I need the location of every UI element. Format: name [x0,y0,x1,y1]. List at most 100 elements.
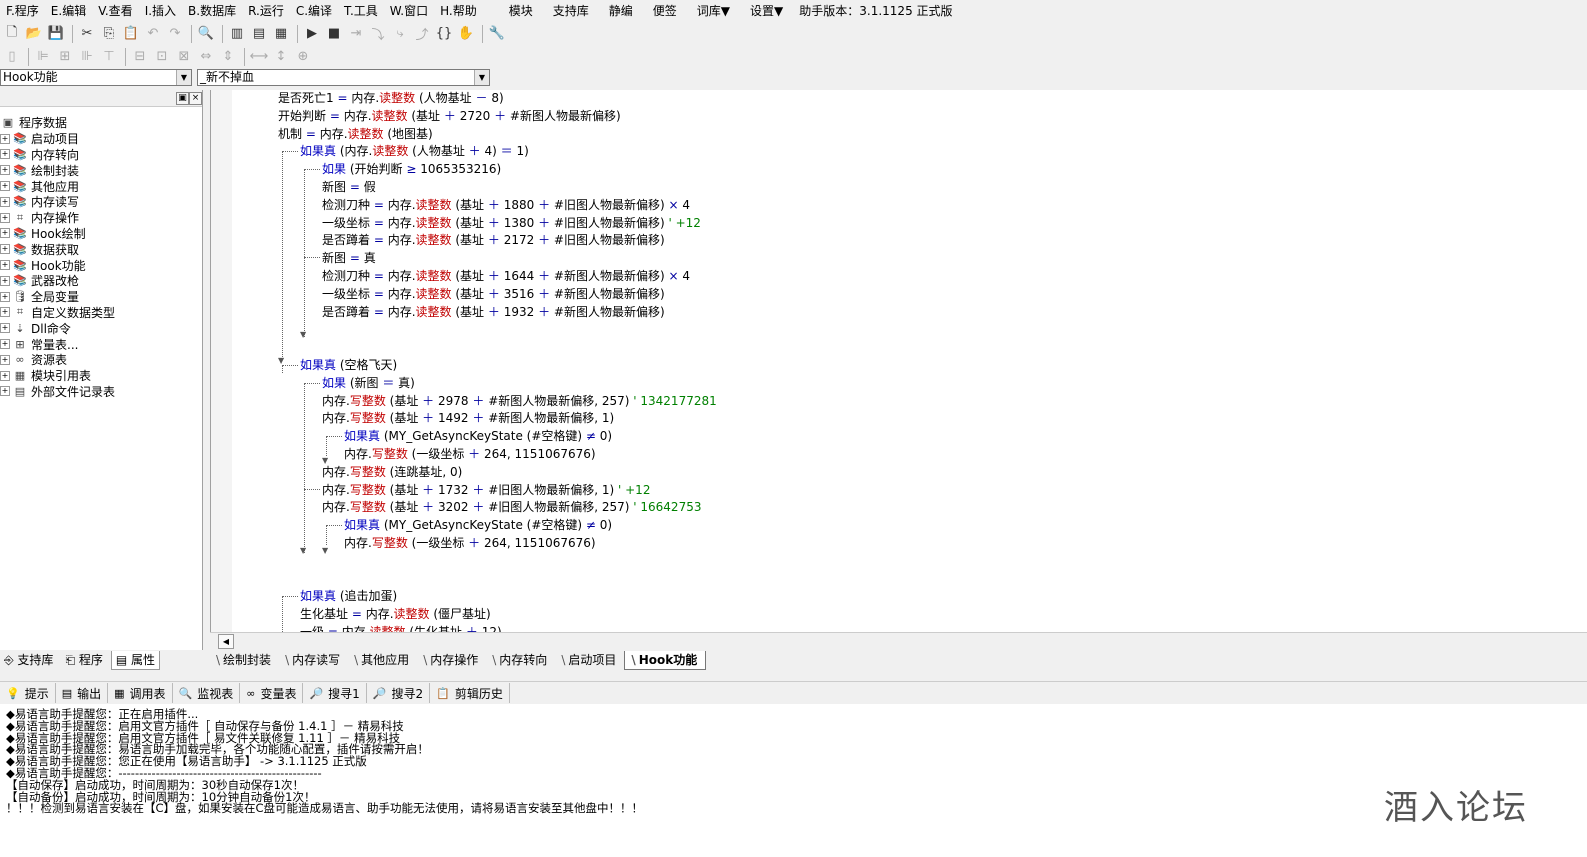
horizontal-scrollbar[interactable]: ◀ [210,632,1587,649]
expand-icon[interactable]: + [0,339,10,350]
stop-icon[interactable]: ■ [324,24,344,44]
code-line[interactable]: 检测刀种 = 内存.读整数 (基址 ＋ 1644 ＋ #新图人物最新偏移) × … [322,268,690,285]
menu-lexicon[interactable]: 词库▼ [687,2,740,19]
paste-icon[interactable]: 📋 [121,24,141,44]
output-tab[interactable]: 🔎 搜寻1 [303,683,367,703]
tab-module-memrw[interactable]: 内存读写 [279,651,348,669]
code-line[interactable]: 新图 = 假 [322,179,376,196]
tree-item[interactable]: + ∞ 资源表 [0,352,202,368]
code-line[interactable]: 生化基址 = 内存.读整数 (僵尸基址) [300,606,491,623]
menu-program[interactable]: F.程序 [0,2,45,19]
chevron-down-icon[interactable]: ▼ [176,70,191,85]
layout-split-icon[interactable]: ▦ [271,24,291,44]
tab-properties[interactable]: ▤ 属性 [110,650,161,670]
subroutine-select[interactable]: _新不掉血 ▼ [197,69,490,86]
module-select[interactable]: Hook功能 ▼ [0,69,192,86]
align-center-icon[interactable]: ⊞ [55,47,75,67]
menu-help[interactable]: H.帮助 [434,2,483,19]
tab-module-memop[interactable]: 内存操作 [417,651,486,669]
breakpoint-icon[interactable]: {} [434,24,454,44]
code-line[interactable]: 内存.写整数 (连跳基址, 0) [322,464,462,481]
expand-icon[interactable]: + [0,386,10,397]
step-icon[interactable]: ⇥ [346,24,366,44]
space-h-icon[interactable]: ⇔ [196,47,216,67]
menu-window[interactable]: W.窗口 [384,2,434,19]
pin-icon[interactable]: ▣ [176,92,189,105]
expand-icon[interactable]: + [0,149,10,160]
tree-item[interactable]: + ⌗ 自定义数据类型 [0,305,202,321]
output-tab[interactable]: 💡 提示 [0,683,56,703]
code-editor[interactable]: 是否死亡1 = 内存.读整数 (人物基址 － 8) 开始判断 = 内存.读整数 (… [210,90,1587,632]
menu-tools[interactable]: T.工具 [338,2,384,19]
tree-item[interactable]: + 📚 绘制封装 [0,162,202,178]
code-line[interactable]: 内存.写整数 (基址 ＋ 2978 ＋ #新图人物最新偏移, 257) ' 13… [322,393,717,410]
tree-item[interactable]: + 🛢 全局变量 [0,289,202,305]
same-height-icon[interactable]: ⊡ [152,47,172,67]
tree-item[interactable]: + ⇣ Dll命令 [0,320,202,336]
tree-root[interactable]: ▣ 程序数据 [0,115,202,131]
code-line[interactable]: 内存.写整数 (一级坐标 ＋ 264, 1151067676) [344,446,596,463]
undo-icon[interactable]: ↶ [143,24,163,44]
code-line[interactable]: 如果真 (追击加蛋) [300,588,397,605]
tab-module-hook[interactable]: Hook功能 [624,650,707,670]
menu-static-compile[interactable]: 静编 [599,2,643,19]
step-into-icon[interactable]: ⤵ [368,24,388,44]
menu-module[interactable]: 模块 [499,2,543,19]
run-icon[interactable]: ▶ [302,24,322,44]
code-line[interactable]: 一级坐标 = 内存.读整数 (基址 ＋ 3516 ＋ #新图人物最新偏移) [322,286,665,303]
code-line[interactable]: 是否蹲着 = 内存.读整数 (基址 ＋ 1932 ＋ #新图人物最新偏移) [322,304,665,321]
menu-support-lib[interactable]: 支持库 [543,2,599,19]
code-line[interactable]: 如果真 (空格飞天) [300,357,397,374]
open-folder-icon[interactable]: 📂 [24,24,44,44]
scroll-left-icon[interactable]: ◀ [218,634,234,649]
tree-item[interactable]: + 📚 武器改枪 [0,273,202,289]
output-tab[interactable]: 📋 剪辑历史 [430,683,510,703]
center-h-icon[interactable]: ⟷ [249,47,269,67]
tree-item[interactable]: + ▦ 模块引用表 [0,368,202,384]
align-top-icon[interactable]: ⊤ [99,47,119,67]
find-icon[interactable]: 🔍 [196,24,216,44]
code-line[interactable]: 一级 = 内存.读整数 (生化基址 ＋ 12) [300,624,502,632]
align-left-icon[interactable]: ⊫ [33,47,53,67]
code-line[interactable]: 如果真 (MY_GetAsyncKeyState (#空格键) ≠ 0) [344,428,612,445]
tab-module-other[interactable]: 其他应用 [348,651,417,669]
code-line[interactable]: 内存.写整数 (基址 ＋ 1732 ＋ #旧图人物最新偏移, 1) ' +12 [322,482,650,499]
expand-icon[interactable]: + [0,275,10,286]
code-line[interactable]: 如果 (开始判断 ≥ 1065353216) [322,161,501,178]
chevron-down-icon[interactable]: ▼ [474,70,489,85]
code-line[interactable]: 如果 (新图 ＝ 真) [322,375,415,392]
tree-item[interactable]: + 📚 内存读写 [0,194,202,210]
step-over-icon[interactable]: ⤷ [390,24,410,44]
tree-item[interactable]: + 📚 其他应用 [0,178,202,194]
menu-run[interactable]: R.运行 [242,2,290,19]
output-panel[interactable]: ◆易语言助手提醒您：正在启用插件... ◆易语言助手提醒您：启用文官方插件［ 自动… [0,704,1587,857]
menu-settings[interactable]: 设置▼ [740,2,793,19]
expand-icon[interactable]: + [0,181,10,192]
output-tab[interactable]: ▤ 输出 [56,683,109,703]
center-both-icon[interactable]: ⊕ [293,47,313,67]
code-line[interactable]: 开始判断 = 内存.读整数 (基址 ＋ 2720 ＋ #新图人物最新偏移) [278,108,621,125]
redo-icon[interactable]: ↷ [165,24,185,44]
tab-module-startup[interactable]: 启动项目 [555,651,624,669]
code-line[interactable]: 是否死亡1 = 内存.读整数 (人物基址 － 8) [278,90,504,107]
tree-item[interactable]: + 📚 Hook功能 [0,257,202,273]
tree-item[interactable]: + ▤ 外部文件记录表 [0,384,202,400]
tree-item[interactable]: + 📚 启动项目 [0,131,202,147]
code-line[interactable]: 是否蹲着 = 内存.读整数 (基址 ＋ 2172 ＋ #旧图人物最新偏移) [322,232,665,249]
cut-icon[interactable]: ✂ [77,24,97,44]
layout-top-icon[interactable]: ▤ [249,24,269,44]
menu-compile[interactable]: C.编译 [290,2,338,19]
code-line[interactable]: 如果真 (MY_GetAsyncKeyState (#空格键) ≠ 0) [344,517,612,534]
menu-database[interactable]: B.数据库 [182,2,242,19]
same-width-icon[interactable]: ⊟ [130,47,150,67]
expand-icon[interactable]: + [0,307,10,318]
expand-icon[interactable]: + [0,165,10,176]
output-tab[interactable]: 🔎 搜寻2 [367,683,431,703]
save-icon[interactable]: 💾 [46,24,66,44]
expand-icon[interactable]: + [0,260,10,271]
space-v-icon[interactable]: ⇕ [218,47,238,67]
code-line[interactable]: 检测刀种 = 内存.读整数 (基址 ＋ 1880 ＋ #旧图人物最新偏移) × … [322,197,690,214]
code-line[interactable]: 内存.写整数 (基址 ＋ 3202 ＋ #旧图人物最新偏移, 257) ' 16… [322,499,701,516]
tree-item[interactable]: + 📚 内存转向 [0,147,202,163]
expand-icon[interactable]: + [0,370,10,381]
